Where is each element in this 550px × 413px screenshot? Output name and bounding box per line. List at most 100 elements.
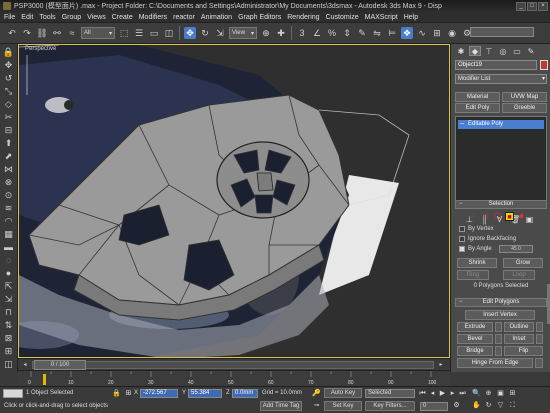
grow-button[interactable]: Grow — [503, 258, 543, 268]
bevel-settings-button[interactable] — [495, 334, 502, 344]
element-mode-icon[interactable]: ◆ — [517, 212, 526, 221]
border-mode-icon[interactable]: ◯ — [493, 212, 502, 221]
select-by-name-icon[interactable]: ☰ — [133, 27, 145, 39]
hide-icon[interactable]: ◌ — [2, 254, 16, 266]
view-align-icon[interactable]: ◫ — [2, 358, 16, 370]
set-key-button[interactable]: Set Key — [324, 401, 362, 411]
chamfer-icon[interactable]: ◇ — [2, 98, 16, 110]
select-object-icon[interactable]: ⬚ — [118, 27, 130, 39]
bridge-button[interactable]: Bridge — [457, 346, 493, 356]
curve-editor-icon[interactable]: ∿ — [416, 27, 428, 39]
menu-graph-editors[interactable]: Graph Editors — [238, 14, 281, 21]
angle-spinner[interactable]: 45.0 — [499, 245, 533, 253]
minimize-button[interactable]: _ — [516, 1, 526, 11]
bevel-button[interactable]: Bevel — [457, 334, 493, 344]
inset-button[interactable]: Inset — [504, 334, 534, 344]
z-coordinate-field[interactable]: 0.0mm — [232, 389, 258, 398]
move-gizmo-icon[interactable]: ✥ — [2, 59, 16, 71]
smooth-icon[interactable]: ◠ — [2, 215, 16, 227]
redo-icon[interactable]: ↷ — [21, 27, 33, 39]
maxscript-listener-field[interactable] — [3, 389, 23, 398]
vertex-mode-icon[interactable]: ∴ — [469, 212, 478, 221]
edit-named-selection-icon[interactable]: ✎ — [356, 27, 368, 39]
menu-customize[interactable]: Customize — [326, 14, 359, 21]
rotate-gizmo-icon[interactable]: ↺ — [2, 72, 16, 84]
add-time-tag-button[interactable]: Add Time Tag — [260, 401, 302, 411]
time-slider-right-arrow[interactable]: ▸ — [436, 361, 446, 369]
bevel-icon[interactable]: ⬈ — [2, 150, 16, 162]
menu-maxscript[interactable]: MAXScript — [365, 14, 398, 21]
named-selection-set-input[interactable] — [470, 27, 534, 37]
maximize-viewport-icon[interactable]: ⛶ — [508, 401, 517, 410]
object-name-field[interactable]: Object19 — [455, 60, 537, 70]
hinge-settings-button[interactable] — [535, 358, 543, 368]
polygon-mode-icon[interactable]: ■ — [505, 212, 514, 221]
bind-spacewarp-icon[interactable]: ≈ — [66, 27, 78, 39]
maximize-button[interactable]: □ — [527, 1, 537, 11]
selection-region-icon[interactable]: ▭ — [148, 27, 160, 39]
angle-snap-icon[interactable]: ∠ — [311, 27, 323, 39]
extrude-settings-button[interactable] — [495, 322, 502, 332]
greeble-button[interactable]: Greeble — [502, 103, 547, 113]
hinge-from-edge-button[interactable]: Hinge From Edge — [457, 358, 533, 368]
orbit-icon[interactable]: ↻ — [484, 401, 493, 410]
utilities-tab-icon[interactable]: ✎ — [525, 46, 537, 56]
modify-tab-icon[interactable]: ◆ — [469, 46, 481, 56]
window-crossing-icon[interactable]: ◫ — [163, 27, 175, 39]
extrude-button[interactable]: Extrude — [457, 322, 493, 332]
selection-filter-dropdown[interactable]: All ▾ — [81, 27, 115, 39]
keyframe-marker[interactable] — [43, 374, 46, 385]
menu-animation[interactable]: Animation — [201, 14, 232, 21]
field-of-view-icon[interactable]: ▽ — [496, 401, 505, 410]
shrink-button[interactable]: Shrink — [457, 258, 497, 268]
ignore-backfacing-check[interactable]: Ignore Backfacing — [459, 236, 516, 242]
key-mode-dropdown[interactable]: Selected — [365, 389, 415, 398]
modifier-list-dropdown[interactable]: Modifier List ▾ — [455, 74, 547, 84]
motion-tab-icon[interactable]: ◎ — [497, 46, 509, 56]
mirror-icon[interactable]: ⇋ — [371, 27, 383, 39]
menu-reactor[interactable]: reactor — [173, 14, 195, 21]
target-weld-icon[interactable]: ⊙ — [2, 189, 16, 201]
by-vertex-check[interactable]: By Vertex — [459, 226, 494, 232]
undo-icon[interactable]: ↶ — [6, 27, 18, 39]
modifier-stack[interactable]: Editable Poly — [455, 116, 547, 208]
edit-poly-button[interactable]: Edit Poly — [455, 103, 500, 113]
cap-icon[interactable]: ⊓ — [2, 306, 16, 318]
create-tab-icon[interactable]: ✱ — [455, 46, 467, 56]
by-angle-check[interactable]: By Angle — [459, 246, 492, 252]
configure-sets-icon[interactable]: ▣ — [525, 215, 534, 224]
relax-icon[interactable]: ≋ — [2, 202, 16, 214]
lock-selection-icon[interactable]: 🔒 — [112, 389, 121, 398]
tessellate-icon[interactable]: ▦ — [2, 228, 16, 240]
x-coordinate-field[interactable]: -272.567 — [140, 389, 178, 398]
make-planar-icon[interactable]: ▬ — [2, 241, 16, 253]
next-frame-icon[interactable]: ▸ — [448, 389, 457, 398]
viewport-label[interactable]: Perspective — [25, 46, 56, 52]
select-rotate-icon[interactable]: ↻ — [199, 27, 211, 39]
time-slider-left-arrow[interactable]: ◂ — [20, 361, 30, 369]
unlink-icon[interactable]: ⚯ — [51, 27, 63, 39]
play-icon[interactable]: ▶ — [438, 389, 447, 398]
zoom-extents-all-icon[interactable]: ⊞ — [508, 389, 517, 398]
align-icon[interactable]: ⊨ — [386, 27, 398, 39]
select-move-icon[interactable]: ✥ — [184, 27, 196, 39]
edge-mode-icon[interactable]: ◁ — [481, 212, 490, 221]
zoom-all-icon[interactable]: ⊕ — [484, 389, 493, 398]
goto-start-icon[interactable]: ⏮ — [418, 389, 427, 398]
key-filters-button[interactable]: Key Filters... — [365, 401, 415, 411]
menu-views[interactable]: Views — [87, 14, 106, 21]
menu-edit[interactable]: Edit — [21, 14, 33, 21]
stack-item-editable-poly[interactable]: Editable Poly — [458, 120, 544, 129]
unhide-icon[interactable]: ● — [2, 267, 16, 279]
schematic-view-icon[interactable]: ⊞ — [431, 27, 443, 39]
scale-gizmo-icon[interactable]: ⤡ — [2, 85, 16, 97]
zoom-extents-icon[interactable]: ▣ — [496, 389, 505, 398]
insert-vertex-button[interactable]: Insert Vertex — [465, 310, 535, 320]
outline-settings-button[interactable] — [536, 322, 543, 332]
outline-button[interactable]: Outline — [504, 322, 534, 332]
connect-icon[interactable]: ⋈ — [2, 163, 16, 175]
attach-icon[interactable]: ⇲ — [2, 293, 16, 305]
slice-icon[interactable]: ⊟ — [2, 124, 16, 136]
pivot-center-icon[interactable]: ⊕ — [260, 27, 272, 39]
extrude-icon[interactable]: ⬆ — [2, 137, 16, 149]
